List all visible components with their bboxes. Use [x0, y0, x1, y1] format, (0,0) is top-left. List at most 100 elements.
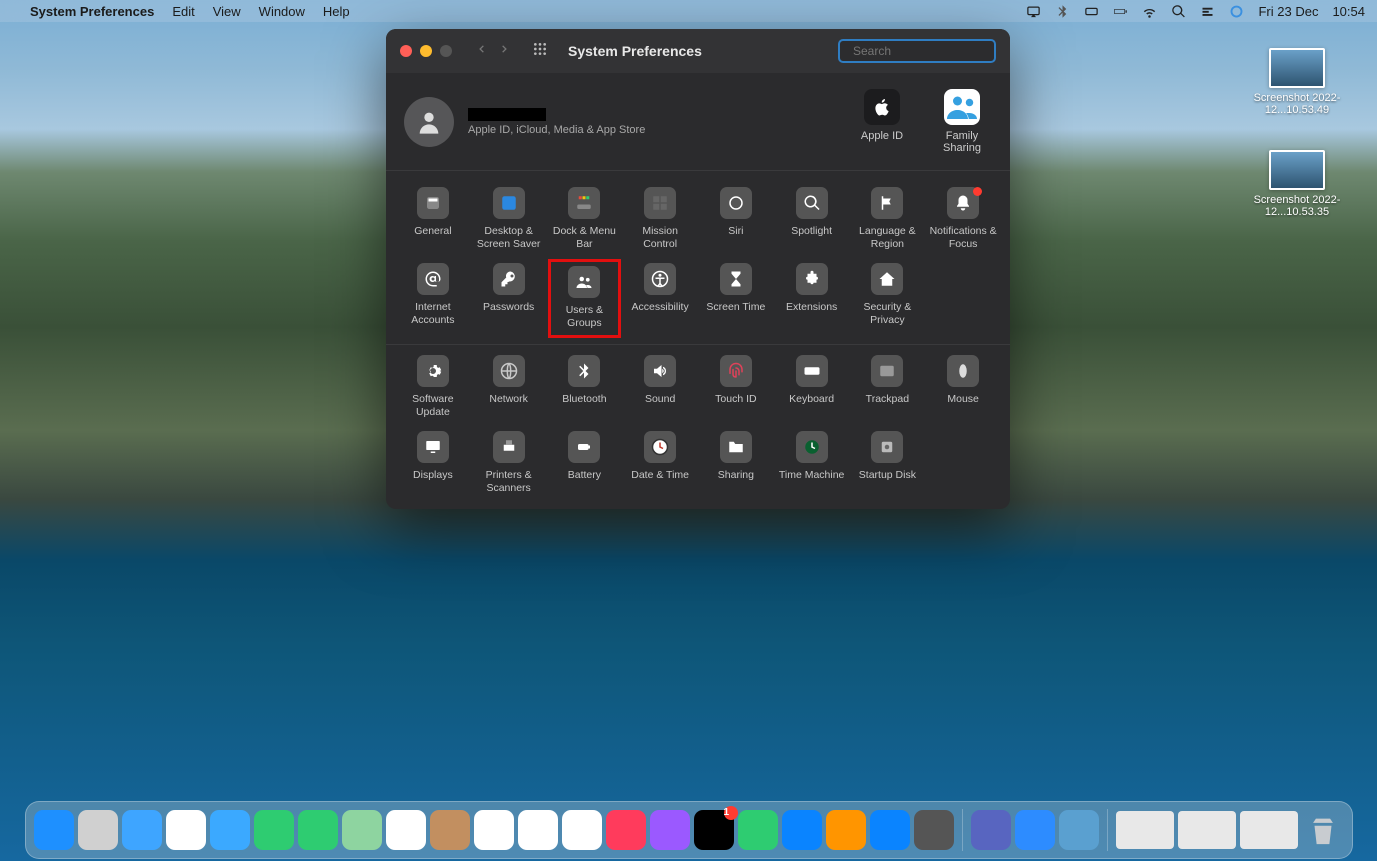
- pref-notif[interactable]: Notifications & Focus: [926, 183, 1000, 255]
- apple-id-button[interactable]: Apple ID: [852, 89, 912, 154]
- siri-icon: [720, 187, 752, 219]
- wifi-icon[interactable]: [1142, 4, 1157, 19]
- search-input[interactable]: [853, 44, 1008, 58]
- pref-dock[interactable]: Dock & Menu Bar: [548, 183, 622, 255]
- pref-lang[interactable]: Language & Region: [851, 183, 925, 255]
- desktop-file[interactable]: Screenshot 2022-12...10.53.49: [1247, 48, 1347, 116]
- dock-pages[interactable]: [826, 810, 866, 850]
- dock-maps[interactable]: [342, 810, 382, 850]
- dock-zoom[interactable]: [1015, 810, 1055, 850]
- minimize-button[interactable]: [420, 45, 432, 57]
- siri-icon[interactable]: [1229, 4, 1244, 19]
- family-sharing-button[interactable]: Family Sharing: [932, 89, 992, 154]
- pref-batt[interactable]: Battery: [548, 427, 622, 499]
- back-button[interactable]: [476, 42, 487, 61]
- pref-screen[interactable]: Screen Time: [699, 259, 773, 337]
- pref-security[interactable]: Security & Privacy: [851, 259, 925, 337]
- pref-mouse[interactable]: Mouse: [926, 351, 1000, 423]
- dock-downloads2[interactable]: [1178, 811, 1236, 849]
- menubar-date[interactable]: Fri 23 Dec: [1258, 4, 1318, 19]
- dock-divider: [1107, 809, 1108, 851]
- dock-safari[interactable]: [122, 810, 162, 850]
- pref-access[interactable]: Accessibility: [623, 259, 697, 337]
- dock-keynote[interactable]: [782, 810, 822, 850]
- menu-edit[interactable]: Edit: [172, 4, 194, 19]
- pref-trackpad[interactable]: Trackpad: [851, 351, 925, 423]
- pref-users[interactable]: Users & Groups: [548, 259, 622, 337]
- dock-downloads3[interactable]: [1240, 811, 1298, 849]
- pref-general[interactable]: General: [396, 183, 470, 255]
- close-button[interactable]: [400, 45, 412, 57]
- dock-launchpad[interactable]: [78, 810, 118, 850]
- profile-row[interactable]: Apple ID, iCloud, Media & App Store Appl…: [386, 73, 1010, 171]
- dock-finder[interactable]: [34, 810, 74, 850]
- screen-mirroring-icon[interactable]: [1026, 4, 1041, 19]
- pref-tm[interactable]: Time Machine: [775, 427, 849, 499]
- security-icon: [871, 263, 903, 295]
- startup-icon: [871, 431, 903, 463]
- pref-date[interactable]: Date & Time: [623, 427, 697, 499]
- general-icon: [417, 187, 449, 219]
- pref-intacc[interactable]: Internet Accounts: [396, 259, 470, 337]
- dock-calendar[interactable]: [474, 810, 514, 850]
- pref-disp[interactable]: Displays: [396, 427, 470, 499]
- dock-facetime[interactable]: [254, 810, 294, 850]
- show-all-icon[interactable]: [532, 41, 548, 62]
- dock-preview[interactable]: [1059, 810, 1099, 850]
- pref-passwd[interactable]: Passwords: [472, 259, 546, 337]
- forward-button[interactable]: [499, 42, 510, 61]
- system-preferences-window: System Preferences Apple ID, iCloud, Med…: [386, 29, 1010, 509]
- dock-notes[interactable]: [562, 810, 602, 850]
- dock-music[interactable]: [606, 810, 646, 850]
- dock-icon: [568, 187, 600, 219]
- pref-startup[interactable]: Startup Disk: [851, 427, 925, 499]
- pref-sound[interactable]: Sound: [623, 351, 697, 423]
- pref-label: Displays: [398, 469, 468, 495]
- pref-sharing[interactable]: Sharing: [699, 427, 773, 499]
- pref-label: Date & Time: [625, 469, 695, 495]
- dock-contacts[interactable]: [430, 810, 470, 850]
- dock-trash[interactable]: [1302, 809, 1344, 851]
- dock-podcasts[interactable]: [650, 810, 690, 850]
- pref-siri[interactable]: Siri: [699, 183, 773, 255]
- pref-mission[interactable]: Mission Control: [623, 183, 697, 255]
- pref-keyboard[interactable]: Keyboard: [775, 351, 849, 423]
- pref-touch[interactable]: Touch ID: [699, 351, 773, 423]
- bluetooth-off-icon[interactable]: [1055, 4, 1070, 19]
- pref-net[interactable]: Network: [472, 351, 546, 423]
- dock-mail[interactable]: [210, 810, 250, 850]
- menu-view[interactable]: View: [213, 4, 241, 19]
- pref-ext[interactable]: Extensions: [775, 259, 849, 337]
- menu-window[interactable]: Window: [259, 4, 305, 19]
- dock-teams[interactable]: [971, 810, 1011, 850]
- pref-desktop[interactable]: Desktop & Screen Saver: [472, 183, 546, 255]
- pref-bt[interactable]: Bluetooth: [548, 351, 622, 423]
- dock-numbers[interactable]: [738, 810, 778, 850]
- pref-print[interactable]: Printers & Scanners: [472, 427, 546, 499]
- menu-help[interactable]: Help: [323, 4, 350, 19]
- spotlight-icon[interactable]: [1171, 4, 1186, 19]
- desktop-file[interactable]: Screenshot 2022-12...10.53.35: [1247, 150, 1347, 218]
- pref-label: Security & Privacy: [853, 301, 923, 327]
- pref-label: Spotlight: [777, 225, 847, 251]
- control-center-icon[interactable]: [1200, 4, 1215, 19]
- dock-messages[interactable]: [298, 810, 338, 850]
- pref-swupd[interactable]: Software Update: [396, 351, 470, 423]
- battery-icon[interactable]: [1113, 4, 1128, 19]
- dock-reminders[interactable]: [518, 810, 558, 850]
- dock-sysprefs[interactable]: [914, 810, 954, 850]
- pref-label: Language & Region: [853, 225, 923, 251]
- dock-appletv[interactable]: [694, 810, 734, 850]
- dock-appstore[interactable]: [870, 810, 910, 850]
- dock-chrome[interactable]: [166, 810, 206, 850]
- pref-spotlight[interactable]: Spotlight: [775, 183, 849, 255]
- desktop-file-label: Screenshot 2022-12...10.53.35: [1247, 194, 1347, 218]
- dock: [25, 801, 1353, 859]
- menubar-time[interactable]: 10:54: [1332, 4, 1365, 19]
- dock-photos[interactable]: [386, 810, 426, 850]
- dock-downloads1[interactable]: [1116, 811, 1174, 849]
- pref-label: Bluetooth: [550, 393, 620, 419]
- family-sharing-icon: [944, 89, 980, 125]
- keyboard-input-icon[interactable]: [1084, 4, 1099, 19]
- app-menu[interactable]: System Preferences: [30, 4, 154, 19]
